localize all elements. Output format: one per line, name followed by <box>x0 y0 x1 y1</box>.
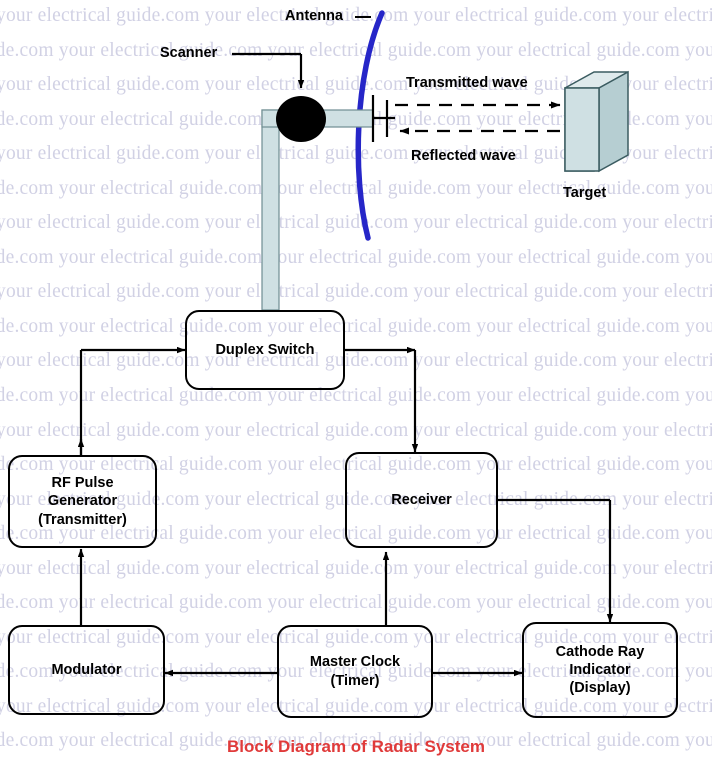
block-rf-pulse-generator-line2: Generator <box>47 493 118 510</box>
block-master-clock-line2: (Timer) <box>330 672 380 689</box>
block-display-line3: (Display) <box>569 680 631 697</box>
block-receiver[interactable]: Receiver <box>345 452 498 548</box>
label-antenna: Antenna <box>285 8 343 24</box>
block-duplex-switch-label: Duplex Switch <box>215 341 315 358</box>
antenna-feed <box>371 95 395 142</box>
label-target: Target <box>563 185 607 201</box>
block-rf-pulse-generator[interactable]: RF Pulse Generator (Transmitter) <box>8 455 157 548</box>
scanner-dot <box>276 96 326 142</box>
block-duplex-switch[interactable]: Duplex Switch <box>185 310 345 390</box>
link-receiver-to-display <box>498 498 614 623</box>
block-master-clock-line1: Master Clock <box>309 654 401 671</box>
block-modulator-label: Modulator <box>51 661 122 678</box>
target-block <box>564 70 629 173</box>
block-rf-pulse-generator-line3: (Transmitter) <box>38 511 127 528</box>
label-scanner: Scanner <box>160 45 218 61</box>
waveguide-mast <box>261 109 280 311</box>
diagram-caption: Block Diagram of Radar System <box>227 737 485 756</box>
scanner-leader-line <box>232 52 305 89</box>
link-duplex-to-receiver <box>344 346 419 453</box>
block-display-line1: Cathode Ray <box>555 643 645 660</box>
block-receiver-label: Receiver <box>391 491 452 508</box>
block-cathode-ray-indicator[interactable]: Cathode Ray Indicator (Display) <box>522 622 678 718</box>
block-display-line2: Indicator <box>569 661 631 678</box>
block-master-clock[interactable]: Master Clock (Timer) <box>277 625 433 718</box>
block-modulator[interactable]: Modulator <box>8 625 165 715</box>
radar-block-diagram: your electrical guide.com your electrica… <box>0 0 712 760</box>
link-transmitter-to-duplex <box>77 346 186 455</box>
label-reflected-wave: Reflected wave <box>411 148 516 164</box>
block-rf-pulse-generator-line1: RF Pulse <box>51 475 114 492</box>
label-transmitted-wave: Transmitted wave <box>406 75 528 91</box>
